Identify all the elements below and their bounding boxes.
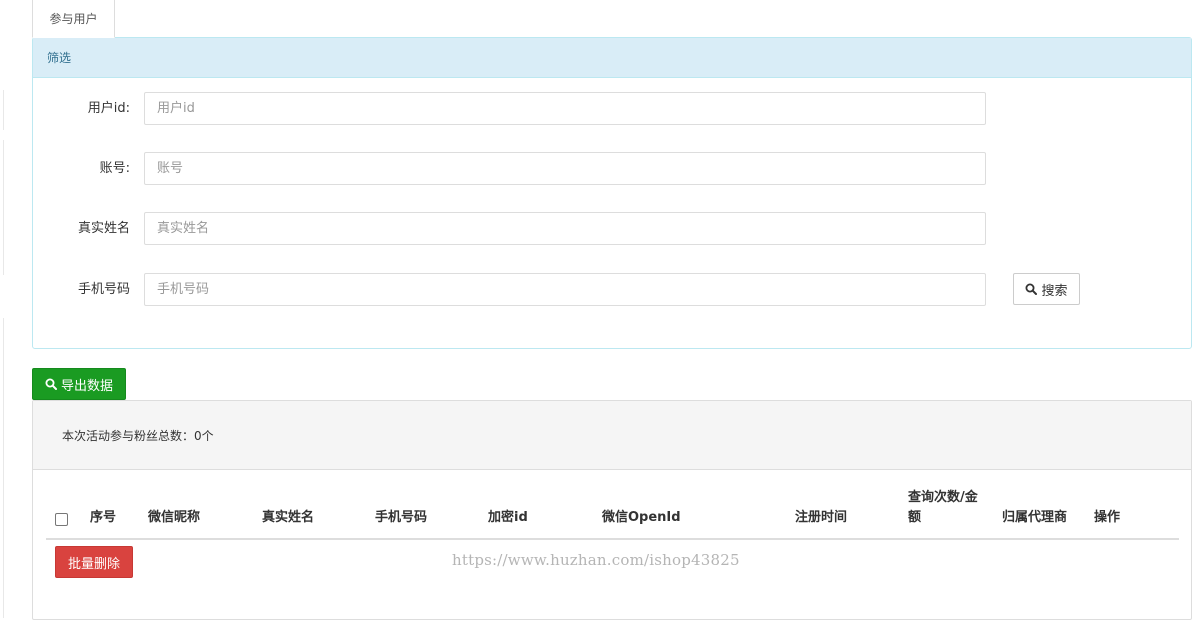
summary-text: 本次活动参与粉丝总数：0个: [62, 428, 214, 443]
left-edge-line: [0, 140, 4, 275]
phone-input[interactable]: [144, 273, 986, 306]
batch-delete-button[interactable]: 批量删除: [55, 546, 133, 578]
search-button-label: 搜索: [1041, 283, 1068, 299]
account-row: 账号:: [33, 152, 1191, 185]
search-icon: [1025, 283, 1038, 295]
phone-label: 手机号码: [77, 282, 130, 297]
column-header-real-name: 真实姓名: [262, 510, 315, 525]
user-id-row: 用户id:: [33, 92, 1191, 125]
select-all-checkbox[interactable]: [55, 513, 68, 526]
user-id-input[interactable]: [144, 92, 986, 125]
column-header-agent: 归属代理商: [1002, 510, 1068, 525]
account-input[interactable]: [144, 152, 986, 185]
table-header-divider: [46, 538, 1179, 540]
column-header-phone: 手机号码: [375, 510, 428, 525]
export-data-button[interactable]: 导出数据: [32, 368, 126, 400]
column-header-query-count: 查询次数/金额: [908, 490, 978, 525]
tab-participants[interactable]: 参与用户: [32, 0, 115, 38]
user-id-label: 用户id:: [87, 101, 130, 116]
search-button[interactable]: 搜索: [1013, 273, 1080, 305]
table-header: 序号 微信昵称 真实姓名 手机号码 加密id 微信OpenId 注册时间 查询次…: [33, 490, 1191, 538]
filter-panel: 筛选 用户id: 账号: 真实姓名 手机号码 搜索: [32, 37, 1192, 349]
real-name-row: 真实姓名: [33, 212, 1191, 245]
column-header-wechat-openid: 微信OpenId: [602, 510, 681, 525]
data-panel: 本次活动参与粉丝总数：0个 序号 微信昵称 真实姓名 手机号码 加密id 微信O…: [32, 400, 1192, 620]
export-data-label: 导出数据: [60, 378, 113, 394]
column-header-wechat-nickname: 微信昵称: [148, 510, 201, 525]
column-header-index: 序号: [90, 510, 117, 525]
real-name-input[interactable]: [144, 212, 986, 245]
real-name-label: 真实姓名: [77, 221, 130, 236]
tab-label: 参与用户: [49, 12, 98, 26]
phone-row: 手机号码 搜索: [33, 273, 1191, 306]
search-icon: [45, 378, 57, 390]
left-edge-line: [0, 318, 4, 618]
summary-heading: 本次活动参与粉丝总数：0个: [33, 401, 1191, 470]
column-header-actions: 操作: [1094, 510, 1121, 525]
filter-heading: 筛选: [33, 38, 1191, 78]
account-label: 账号:: [99, 161, 130, 176]
left-edge-line: [0, 90, 4, 130]
column-header-encrypted-id: 加密id: [488, 510, 528, 525]
filter-heading-title: 筛选: [47, 51, 72, 65]
watermark: https://www.huzhan.com/ishop43825: [452, 551, 740, 569]
column-header-register-time: 注册时间: [795, 510, 848, 525]
